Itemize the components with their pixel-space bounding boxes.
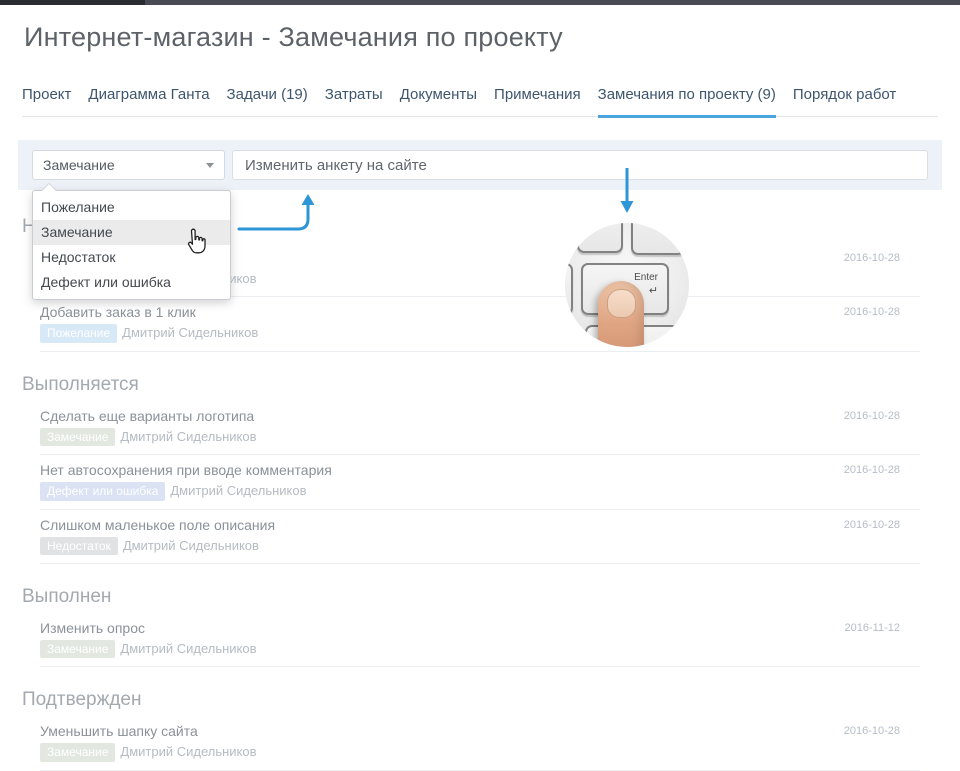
remark-type-badge: Дефект или ошибка: [40, 482, 165, 500]
remark-date: 2016-10-28: [844, 252, 900, 264]
enter-key-illustration: Enter↵: [565, 223, 689, 347]
remark-date: 2016-10-28: [844, 464, 900, 476]
remark-type-badge: Замечание: [40, 428, 115, 446]
remark-date: 2016-10-28: [844, 410, 900, 422]
remark-meta: Дефект или ошибка Дмитрий Сидельников: [40, 482, 920, 500]
remark-meta: Замечание Дмитрий Сидельников: [40, 428, 920, 446]
page-title: Интернет-магазин - Замечания по проекту: [24, 22, 563, 53]
remark-meta: Пожелание Дмитрий Сидельников: [40, 324, 920, 342]
remark-type-select[interactable]: Замечание: [32, 150, 225, 180]
remark-title: Добавить заказ в 1 клик: [40, 304, 920, 321]
remark-title: Сделать еще варианты логотипа: [40, 408, 920, 425]
window-top-strip: [0, 0, 960, 5]
tab-costs[interactable]: Затраты: [325, 86, 383, 118]
remark-row[interactable]: Изменить опрос Замечание Дмитрий Сидельник…: [40, 613, 920, 667]
section-title: Выполняется: [22, 374, 938, 395]
caret-down-icon: [206, 163, 214, 168]
remark-author: Дмитрий Сидельников: [120, 744, 256, 759]
remark-title: Слишком маленькое поле описания: [40, 517, 920, 534]
finger-icon: [598, 281, 644, 347]
remark-meta: Замечание Дмитрий Сидельников: [40, 640, 920, 658]
dropdown-option[interactable]: Дефект или ошибка: [33, 270, 230, 295]
fingernail: [607, 289, 636, 318]
remark-date: 2016-11-12: [845, 622, 900, 634]
window-top-strip-left: [0, 0, 145, 5]
tab-tasks[interactable]: Задачи (19): [227, 86, 308, 118]
remark-author: Дмитрий Сидельников: [122, 325, 258, 340]
remark-type-select-value: Замечание: [43, 157, 206, 173]
tab-work-order[interactable]: Порядок работ: [793, 86, 896, 118]
dropdown-option[interactable]: Недостаток: [33, 245, 230, 270]
remark-author: Дмитрий Сидельников: [170, 483, 306, 498]
remark-row[interactable]: Добавить заказ в 1 клик Пожелание Дмитрий …: [40, 297, 920, 351]
remark-type-dropdown: ПожеланиеЗамечаниеНедостатокДефект или о…: [32, 190, 231, 300]
remark-author: Дмитрий Сидельников: [120, 429, 256, 444]
remark-meta: Недостаток Дмитрий Сидельников: [40, 537, 920, 555]
remark-row[interactable]: Слишком маленькое поле описания Недостато…: [40, 510, 920, 564]
enter-key-label: Enter: [634, 272, 658, 283]
tab-project[interactable]: Проект: [22, 86, 71, 118]
status-section: Подтвержден Уменьшить шапку сайта Замечани…: [0, 689, 960, 770]
section-title: Выполнен: [22, 586, 938, 607]
dropdown-option[interactable]: Пожелание: [33, 195, 230, 220]
status-section: Выполняется Сделать еще варианты логотипа…: [0, 374, 960, 564]
remark-type-badge: Замечание: [40, 743, 115, 761]
remark-title: Изменить опрос: [40, 620, 920, 637]
keyboard-key: [577, 223, 623, 253]
keyboard-key: [631, 223, 685, 255]
remark-type-badge: Пожелание: [40, 324, 117, 342]
project-tabs: Проект Диаграмма Ганта Задачи (19) Затраты Д…: [22, 86, 938, 117]
remark-date: 2016-10-28: [844, 725, 900, 737]
keyboard-key: [565, 263, 573, 315]
tab-notes[interactable]: Примечания: [494, 86, 581, 118]
tab-documents[interactable]: Документы: [400, 86, 477, 118]
remark-author: Дмитрий Сидельников: [123, 538, 259, 553]
remark-meta: Замечание Дмитрий Сидельников: [40, 743, 920, 761]
remark-row[interactable]: Уменьшить шапку сайта Замечание Дмитрий Си…: [40, 716, 920, 770]
remark-author: Дмитрий Сидельников: [120, 641, 256, 656]
tab-gantt-chart[interactable]: Диаграмма Ганта: [88, 86, 209, 118]
dropdown-option[interactable]: Замечание: [33, 220, 230, 245]
add-remark-form: Замечание: [18, 140, 942, 190]
remark-text-input[interactable]: [232, 150, 928, 180]
remark-title: Уменьшить шапку сайта: [40, 723, 920, 740]
remark-row[interactable]: Нет автосохранения при вводе комментария…: [40, 455, 920, 509]
section-title: Подтвержден: [22, 689, 938, 710]
remark-type-badge: Недостаток: [40, 537, 118, 555]
remark-title: Нет автосохранения при вводе комментария: [40, 462, 920, 479]
tab-project-remarks[interactable]: Замечания по проекту (9): [598, 86, 776, 118]
remark-date: 2016-10-28: [844, 519, 900, 531]
remark-date: 2016-10-28: [844, 306, 900, 318]
status-section: Выполнен Изменить опрос Замечание Дмитрий С…: [0, 586, 960, 667]
remark-type-badge: Замечание: [40, 640, 115, 658]
remark-row[interactable]: Сделать еще варианты логотипа Замечание Дм…: [40, 401, 920, 455]
